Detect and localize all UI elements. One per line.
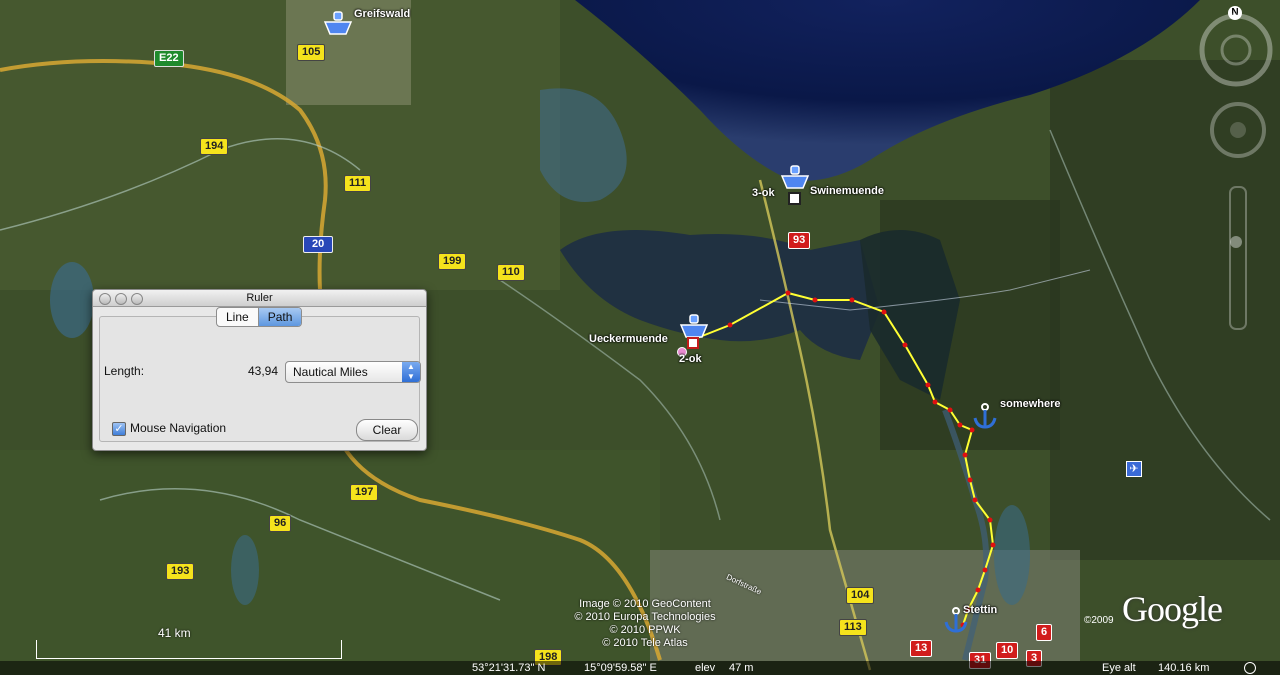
path-node[interactable] [987, 517, 993, 523]
place-label-greifswald: Greifswald [354, 8, 411, 20]
road-badge-105: 105 [297, 44, 326, 61]
credit-line: © 2010 Europa Technologies [574, 611, 716, 623]
path-node[interactable] [975, 587, 981, 593]
road-badge-197: 197 [350, 484, 379, 501]
ship-icon[interactable] [779, 164, 811, 192]
longitude-readout: 15°09'59.58" E [584, 662, 657, 674]
ruler-mode-tabs: Line Path [216, 307, 303, 327]
credit-line: © 2010 Tele Atlas [602, 637, 688, 649]
road-badge-111: 111 [344, 175, 372, 192]
tab-line[interactable]: Line [217, 308, 258, 326]
mouse-navigation-label: Mouse Navigation [130, 421, 227, 435]
road-badge-194: 194 [200, 138, 229, 155]
lake [231, 535, 259, 605]
path-node[interactable] [990, 542, 996, 548]
ship-icon[interactable] [322, 10, 354, 38]
length-value: 43,94 [247, 364, 278, 378]
airport-icon[interactable]: ✈ [1126, 461, 1142, 477]
road-badge-10: 10 [996, 642, 1019, 659]
zoom-slider[interactable] [1229, 186, 1247, 330]
lake [50, 262, 94, 338]
path-node[interactable] [962, 452, 968, 458]
elevation-label: elev [695, 662, 716, 674]
look-joystick[interactable] [1198, 12, 1274, 88]
tab-path[interactable]: Path [257, 308, 302, 326]
place-label-ueckermuende: Ueckermuende [589, 333, 668, 345]
ruler-window: Ruler Line Path Length: 43,94 Nautical M… [92, 289, 427, 451]
anchor-icon[interactable] [972, 402, 998, 430]
road-badge-13: 13 [910, 640, 933, 657]
road-badge-104: 104 [846, 587, 875, 604]
ruler-title: Ruler [246, 292, 273, 304]
streaming-indicator-icon [1244, 662, 1256, 674]
path-node[interactable] [727, 322, 733, 328]
road-badge-96: 96 [269, 515, 292, 532]
length-label: Length: [104, 364, 145, 378]
latitude-readout: 53°21'31.73" N [472, 662, 546, 674]
path-node[interactable] [982, 567, 988, 573]
clear-button[interactable]: Clear [356, 419, 418, 441]
chevron-updown-icon: ▲ ▼ [402, 362, 420, 382]
path-node[interactable] [785, 290, 791, 296]
place-label-somewhere: somewhere [1000, 398, 1061, 410]
close-window-button[interactable] [99, 293, 111, 305]
path-node[interactable] [812, 297, 818, 303]
map-credits: Image © 2010 GeoContent © 2010 Europa Te… [535, 598, 755, 650]
waypoint-label-2-ok: 2-ok [679, 353, 702, 365]
road-badge-113: 113 [839, 619, 867, 636]
path-node[interactable] [881, 309, 887, 315]
zoom-slider-handle[interactable] [1230, 236, 1242, 248]
place-label-stettin: Stettin [963, 604, 998, 616]
path-node[interactable] [947, 407, 953, 413]
mouse-navigation-checkbox[interactable]: ✓ [112, 422, 126, 436]
unit-select-value: Nautical Miles [293, 365, 368, 379]
path-node[interactable] [932, 399, 938, 405]
road-badge-6: 6 [1036, 624, 1053, 641]
road-badge-193: 193 [166, 563, 195, 580]
path-node[interactable] [902, 342, 908, 348]
zoom-window-button[interactable] [131, 293, 143, 305]
eye-alt-readout: 140.16 km [1158, 662, 1210, 674]
path-node[interactable] [967, 477, 973, 483]
scale-bar [36, 640, 342, 659]
ruler-panel: Line Path Length: 43,94 Nautical Miles ▲… [99, 307, 421, 442]
waypoint-label-3-ok: 3-ok [752, 187, 775, 199]
waypoint-marker[interactable] [788, 192, 801, 205]
copyright-year: ©2009 [1084, 615, 1114, 626]
place-label-swinemuende: Swinemuende [810, 185, 884, 197]
path-node[interactable] [925, 382, 931, 388]
road-badge-e22: E22 [154, 50, 184, 67]
waypoint-marker[interactable] [687, 337, 699, 349]
credit-line: Image © 2010 GeoContent [579, 598, 711, 610]
road-badge-93: 93 [788, 232, 811, 249]
lake [994, 505, 1030, 605]
credit-line: © 2010 PPWK [609, 624, 681, 636]
path-node[interactable] [972, 497, 978, 503]
minimize-window-button[interactable] [115, 293, 127, 305]
status-bar: 53°21'31.73" N 15°09'59.58" E elev 47 m … [0, 661, 1280, 675]
unit-select[interactable]: Nautical Miles ▲ ▼ [285, 361, 421, 383]
ruler-titlebar[interactable]: Ruler [93, 290, 426, 307]
field-patch [0, 0, 560, 290]
google-logo: Google [1122, 589, 1223, 629]
path-node[interactable] [957, 422, 963, 428]
eye-alt-label: Eye alt [1102, 662, 1136, 674]
road-badge-a20: 20 [303, 236, 334, 253]
move-joystick[interactable] [1208, 100, 1268, 160]
scale-bar-label: 41 km [158, 626, 191, 640]
road-badge-199: 199 [438, 253, 467, 270]
elevation-readout: 47 m [729, 662, 754, 674]
path-node[interactable] [849, 297, 855, 303]
road-badge-110: 110 [497, 264, 525, 281]
